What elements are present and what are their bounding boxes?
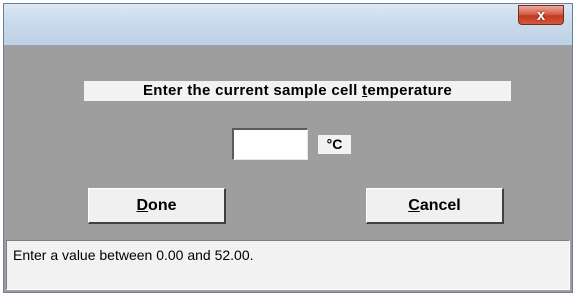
prompt-text-suffix: emperature — [367, 82, 453, 99]
cancel-button[interactable]: Cancel — [366, 188, 504, 224]
status-message: Enter a value between 0.00 and 52.00. — [13, 247, 254, 263]
cancel-label-rest: ancel — [419, 196, 461, 214]
close-icon: x — [536, 6, 546, 24]
temperature-input[interactable] — [232, 128, 308, 160]
unit-label: °C — [318, 135, 351, 154]
status-bar: Enter a value between 0.00 and 52.00. — [6, 240, 570, 290]
done-mnemonic: D — [136, 196, 149, 214]
cancel-mnemonic: C — [408, 196, 420, 214]
done-button[interactable]: Done — [88, 188, 226, 224]
prompt-text-prefix: Enter the current sample cell — [142, 82, 363, 99]
title-bar[interactable]: x — [4, 4, 572, 46]
temperature-prompt-label: Enter the current sample cell temperatur… — [84, 81, 511, 101]
done-label-rest: one — [148, 196, 177, 214]
close-button[interactable]: x — [518, 5, 564, 25]
dialog-window: x Enter the current sample cell temperat… — [3, 3, 573, 293]
